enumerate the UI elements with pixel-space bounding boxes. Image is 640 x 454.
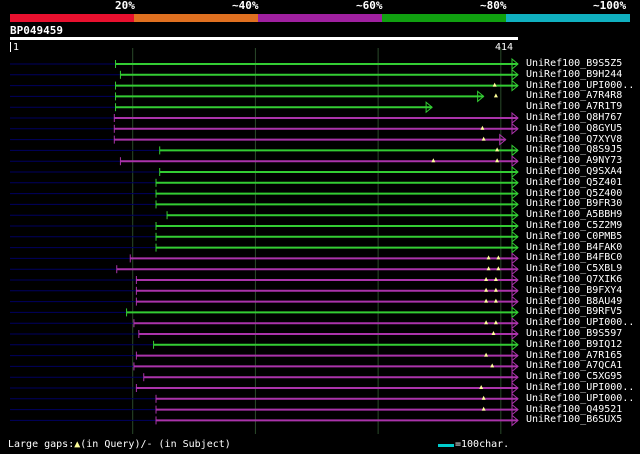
- hit-label[interactable]: UniRef100_A7QCA1: [526, 360, 622, 371]
- hit-label[interactable]: UniRef100_A7R4R8: [526, 90, 622, 101]
- hit-label[interactable]: UniRef100_Q49521: [526, 404, 622, 415]
- hit-label[interactable]: UniRef100_B9IQ12: [526, 339, 622, 350]
- hit-label[interactable]: UniRef100_A7R165: [526, 350, 622, 361]
- hit-label[interactable]: UniRef100_Q5Z401: [526, 177, 622, 188]
- query-gap-text: (in Query)/: [80, 439, 147, 450]
- hit-label[interactable]: UniRef100_B4FBC0: [526, 252, 622, 263]
- hit-label[interactable]: UniRef100_B9S597: [526, 328, 622, 339]
- hit-label[interactable]: UniRef100_B9FR30: [526, 198, 622, 209]
- hit-label[interactable]: UniRef100_Q5Z400: [526, 188, 622, 199]
- hit-label[interactable]: UniRef100_B9FXY4: [526, 285, 622, 296]
- hit-label[interactable]: UniRef100_Q7XYV8: [526, 134, 622, 145]
- hit-label[interactable]: UniRef100_UPI000..: [526, 317, 634, 328]
- hit-label[interactable]: UniRef100_Q8S9J5: [526, 144, 622, 155]
- scale-key-swatch: [438, 444, 454, 447]
- hit-label[interactable]: UniRef100_B4FAK0: [526, 242, 622, 253]
- hit-label[interactable]: UniRef100_A9NY73: [526, 155, 622, 166]
- query-gap-marker: [493, 93, 498, 98]
- hit-label[interactable]: UniRef100_Q9SXA4: [526, 166, 622, 177]
- hit-label[interactable]: UniRef100_Q8GYU5: [526, 123, 622, 134]
- hit-label[interactable]: UniRef100_Q7XIK6: [526, 274, 622, 285]
- hit-label[interactable]: UniRef100_C0PMB5: [526, 231, 622, 242]
- hit-label[interactable]: UniRef100_B9H244: [526, 69, 622, 80]
- hit-label[interactable]: UniRef100_Q8H767: [526, 112, 622, 123]
- hit-label[interactable]: UniRef100_B9S5Z5: [526, 58, 622, 69]
- hit-label[interactable]: UniRef100_B8AU49: [526, 296, 622, 307]
- hit-label[interactable]: UniRef100_UPI000..: [526, 80, 634, 91]
- hit-label[interactable]: UniRef100_B6SUX5: [526, 414, 622, 425]
- hit-label[interactable]: UniRef100_C5XBL9: [526, 263, 622, 274]
- hit-label[interactable]: UniRef100_B9RFV5: [526, 306, 622, 317]
- hit-label[interactable]: UniRef100_UPI000..: [526, 393, 634, 404]
- hit-label[interactable]: UniRef100_UPI000..: [526, 382, 634, 393]
- large-gaps-label: Large gaps:: [8, 439, 75, 450]
- hit-label[interactable]: UniRef100_C5XG95: [526, 371, 622, 382]
- footer-legend: Large gaps:▲(in Query)/- (in Subject): [8, 439, 231, 451]
- hit-label[interactable]: UniRef100_A5BBH9: [526, 209, 622, 220]
- hit-label[interactable]: UniRef100_A7R1T9: [526, 101, 622, 112]
- scale-key-text: =100char.: [455, 439, 510, 450]
- subject-gap-text: - (in Subject): [146, 439, 231, 450]
- hit-label[interactable]: UniRef100_C5Z2M9: [526, 220, 622, 231]
